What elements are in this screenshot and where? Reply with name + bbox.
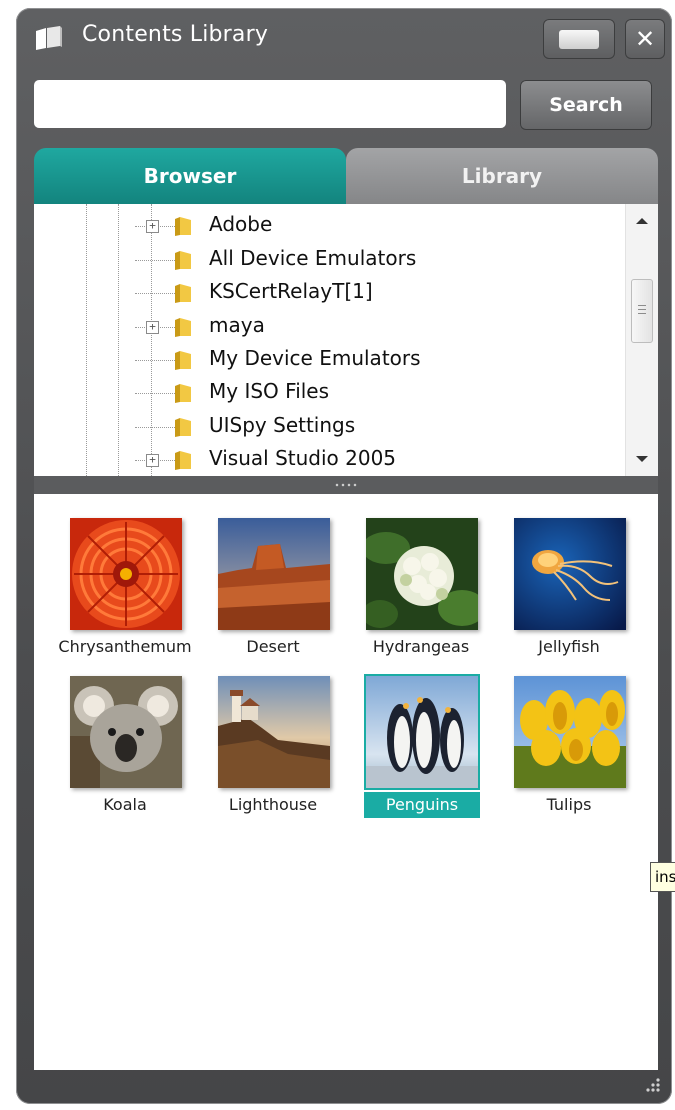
grip-dots-icon [334, 483, 358, 487]
folder-tree[interactable]: + Adobe All Device Emulators KSCertRelay… [34, 204, 658, 476]
contents-library-window: Contents Library ✕ Search Browser Librar… [16, 8, 672, 1104]
folder-icon [175, 217, 191, 236]
tree-item-label: maya [209, 313, 265, 337]
tree-item-label: Adobe [209, 212, 273, 236]
thumbnail-caption: Koala [103, 795, 147, 814]
tree-item-kscertrelayt[interactable]: KSCertRelayT[1] [34, 277, 624, 309]
folder-icon [175, 284, 191, 303]
library-book-icon [36, 26, 62, 50]
title-bar[interactable]: Contents Library ✕ [16, 8, 672, 68]
thumbnail-desert[interactable]: Desert [202, 508, 344, 660]
tree-item-label: UISpy Settings [209, 413, 356, 437]
folder-icon [175, 351, 191, 370]
tree-item-all-device-emulators[interactable]: All Device Emulators [34, 244, 624, 276]
thumbnail-chrysanthemum[interactable]: Chrysanthemum [54, 508, 196, 660]
koala-image [70, 676, 182, 788]
close-button[interactable]: ✕ [625, 19, 665, 59]
tree-item-uispy-settings[interactable]: UISpy Settings [34, 411, 624, 443]
tree-item-label: All Device Emulators [209, 246, 417, 270]
thumbnail-caption: Jellyfish [538, 637, 600, 656]
hydrangeas-image [366, 518, 478, 630]
tulips-image [514, 676, 626, 788]
thumbnail-caption: Lighthouse [228, 795, 318, 814]
expand-icon[interactable]: + [146, 321, 159, 334]
jellyfish-image [514, 518, 626, 630]
tab-browser[interactable]: Browser [34, 148, 346, 204]
expand-icon[interactable]: + [146, 220, 159, 233]
thumbnail-tulips[interactable]: Tulips [498, 666, 640, 818]
folder-icon [175, 451, 191, 470]
tree-item-maya[interactable]: + maya [34, 311, 624, 343]
folder-icon [175, 318, 191, 337]
search-input[interactable] [34, 80, 506, 128]
tree-item-label: KSCertRelayT[1] [209, 279, 373, 303]
thumbnail-lighthouse[interactable]: Lighthouse [202, 666, 344, 818]
thumbnail-jellyfish[interactable]: Jellyfish [498, 508, 640, 660]
thumbnail-hydrangeas[interactable]: Hydrangeas [350, 508, 492, 660]
chrysanthemum-image [70, 518, 182, 630]
scroll-down-arrow-icon[interactable] [636, 456, 648, 462]
thumbnail-caption: Desert [246, 637, 300, 656]
scroll-up-arrow-icon[interactable] [636, 218, 648, 224]
folder-icon [175, 251, 191, 270]
tree-item-label: My Device Emulators [209, 346, 421, 370]
window-title: Contents Library [82, 22, 269, 47]
thumbnail-penguins[interactable]: Penguins [350, 666, 492, 818]
thumbnail-grid: Chrysanthemum Desert Hydrangeas Jellyfis… [34, 494, 658, 1070]
search-button[interactable]: Search [520, 80, 652, 130]
tab-library[interactable]: Library [346, 148, 658, 204]
thumbnail-caption: Penguins [364, 792, 480, 818]
keyboard-icon [559, 30, 599, 49]
tree-scrollbar[interactable] [625, 204, 658, 476]
tree-item-my-device-emulators[interactable]: My Device Emulators [34, 344, 624, 376]
tree-item-adobe[interactable]: + Adobe [34, 210, 624, 242]
panel-splitter[interactable] [34, 476, 658, 494]
keyboard-button[interactable] [543, 19, 615, 59]
penguins-image [366, 676, 478, 788]
folder-icon [175, 384, 191, 403]
thumbnail-caption: Tulips [546, 795, 592, 814]
tree-item-label: Visual Studio 2005 [209, 446, 397, 470]
lighthouse-image [218, 676, 330, 788]
thumbnail-koala[interactable]: Koala [54, 666, 196, 818]
tooltip: ins [650, 862, 675, 892]
tree-item-visual-studio-2005[interactable]: + Visual Studio 2005 [34, 444, 624, 476]
thumbnail-caption: Chrysanthemum [58, 637, 192, 656]
expand-icon[interactable]: + [146, 454, 159, 467]
folder-icon [175, 418, 191, 437]
tree-item-my-iso-files[interactable]: My ISO Files [34, 377, 624, 409]
thumbnail-caption: Hydrangeas [372, 637, 470, 656]
scroll-thumb[interactable] [631, 279, 653, 343]
resize-grip-icon[interactable] [642, 1074, 662, 1094]
tree-item-label: My ISO Files [209, 379, 330, 403]
desert-image [218, 518, 330, 630]
